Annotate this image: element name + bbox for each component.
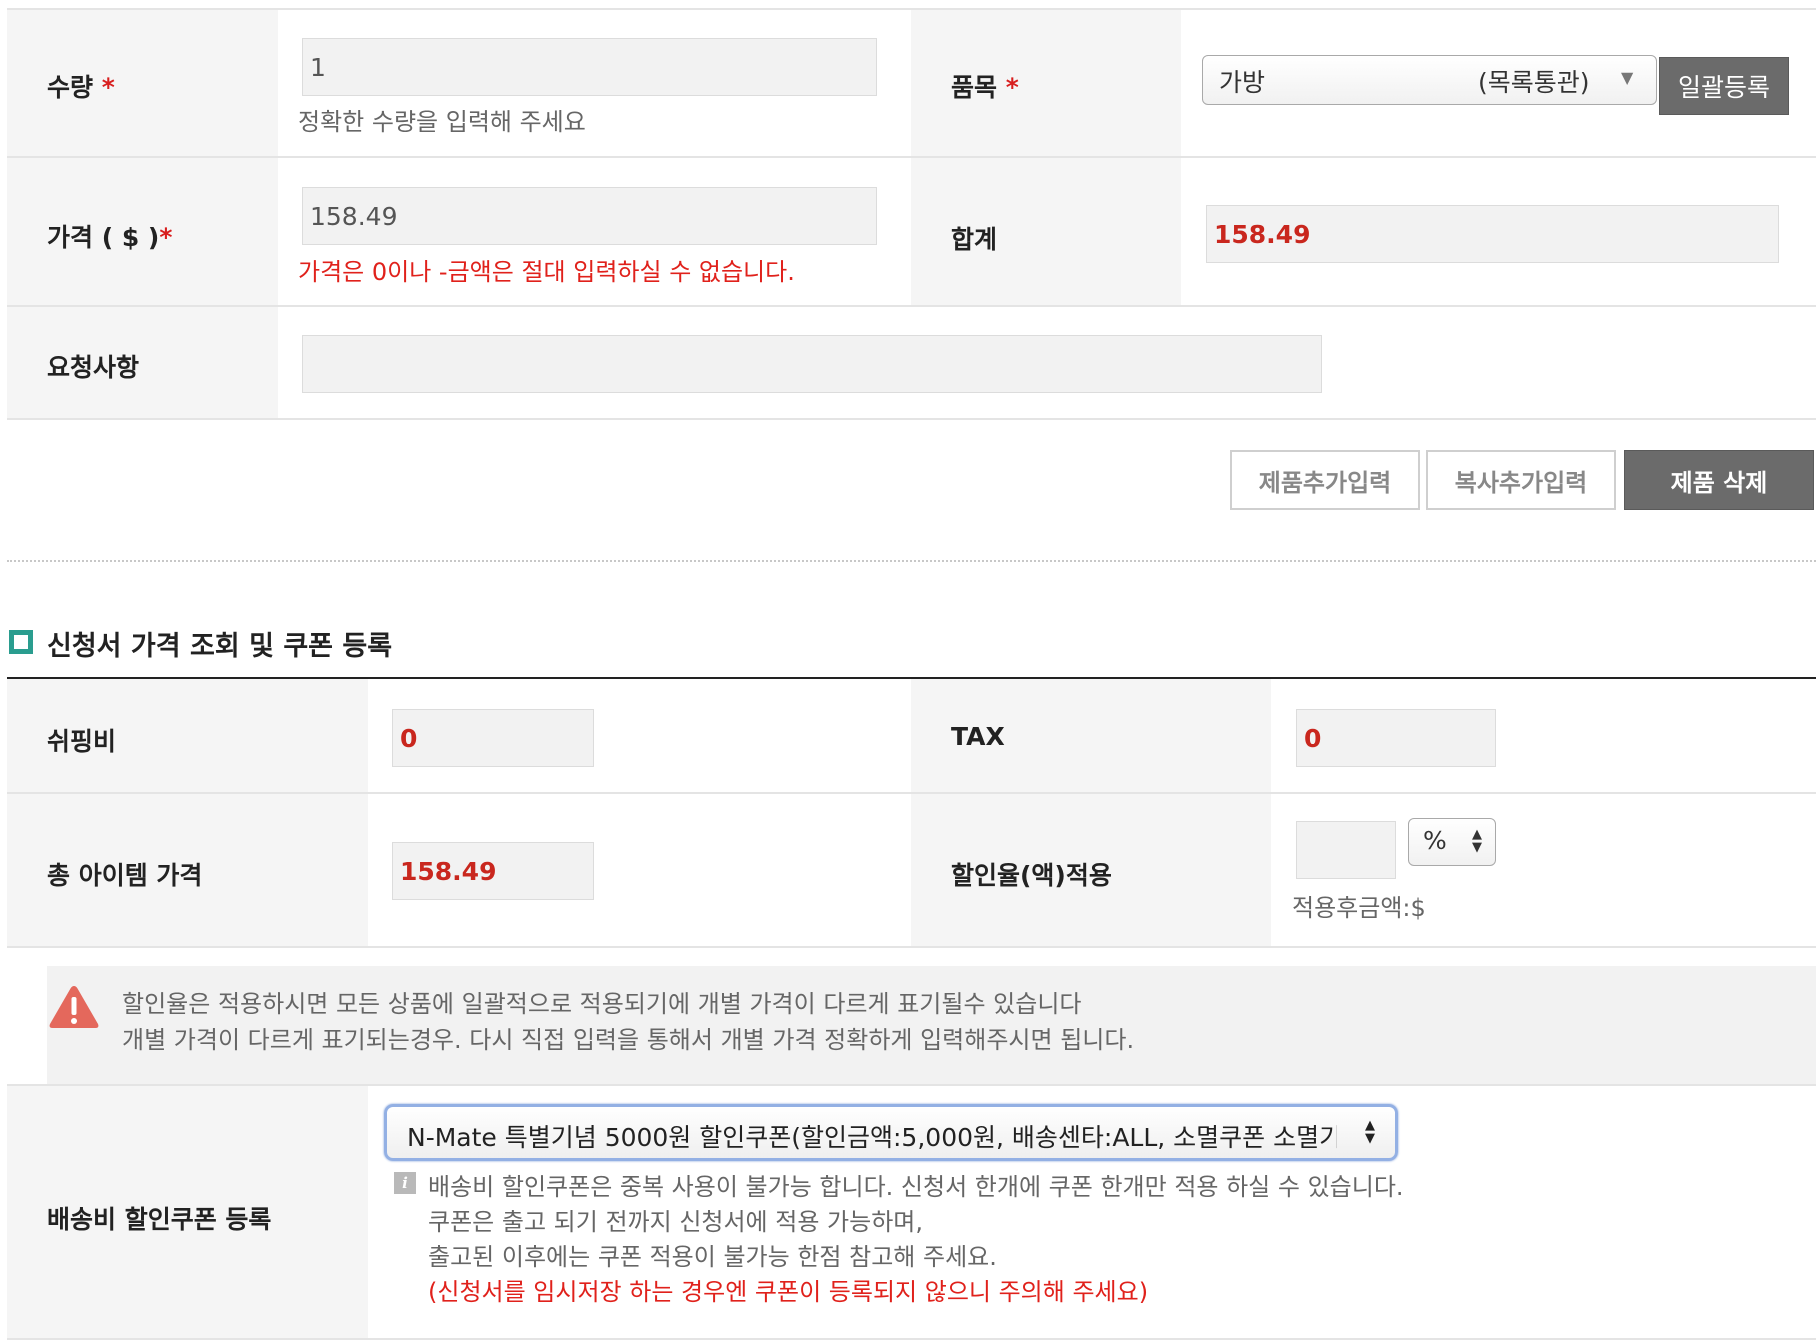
section-title: 신청서 가격 조회 및 쿠폰 등록 [47,631,393,662]
section-divider [7,560,1816,562]
chevron-down-icon: ▼ [1621,68,1634,87]
coupon-label: 배송비 할인쿠폰 등록 [47,1205,272,1234]
category-select[interactable]: 가방 (목록통관) ▼ [1202,55,1657,105]
shipping-value: 0 [392,709,594,767]
request-input[interactable] [302,335,1322,393]
bulk-register-button[interactable]: 일괄등록 [1659,57,1789,115]
coupon-select[interactable]: N-Mate 특별기념 5000원 할인쿠폰(할인금액:5,000원, 배송센타… [384,1104,1398,1161]
coupon-info-line-2: 쿠폰은 출고 되기 전까지 신청서에 적용 가능하며, [428,1208,924,1236]
category-label: 품목 * [951,73,1019,102]
total-value: 158.49 [1206,205,1779,263]
price-input[interactable]: 158.49 [302,187,877,245]
category-selected-value: 가방 [1219,68,1266,97]
row-divider [7,418,1816,420]
quantity-input[interactable]: 1 [302,38,877,96]
category-selected-note: (목록통관) [1478,68,1590,97]
coupon-selected-value: N-Mate 특별기념 5000원 할인쿠폰(할인금액:5,000원, 배송센타… [407,1123,1337,1152]
quantity-label: 수량 * [47,73,115,102]
tax-value: 0 [1296,709,1496,767]
price-error-message: 가격은 0이나 -금액은 절대 입력하실 수 없습니다. [298,258,795,286]
warning-icon [47,983,101,1031]
discount-unit-select[interactable]: % ▲ ▼ [1408,818,1496,866]
discount-unit-value: % [1423,826,1447,855]
row-divider [7,305,1816,307]
notice-line-2: 개별 가격이 다르게 표기되는경우. 다시 직접 입력을 통해서 개별 가격 정… [122,1026,1135,1054]
price-label: 가격 ( $ )* [47,223,173,252]
notice-line-1: 할인율은 적용하시면 모든 상품에 일괄적으로 적용되기에 개별 가격이 다르게… [122,990,1082,1018]
after-discount-amount: 적용후금액:$ [1292,894,1426,922]
discount-label: 할인율(액)적용 [951,861,1112,890]
tax-label: TAX [951,722,1005,751]
updown-arrows-icon: ▲ ▼ [1472,827,1482,855]
coupon-info-line-3: 출고된 이후에는 쿠폰 적용이 불가능 한점 참고해 주세요. [428,1243,997,1271]
total-items-value: 158.49 [392,842,594,900]
shipping-label: 쉬핑비 [47,727,117,756]
add-product-button[interactable]: 제품추가입력 [1230,450,1420,510]
discount-input[interactable] [1296,821,1396,879]
delete-product-button[interactable]: 제품 삭제 [1624,450,1814,510]
request-label: 요청사항 [47,353,140,382]
copy-add-button[interactable]: 복사추가입력 [1426,450,1616,510]
coupon-warning: (신청서를 임시저장 하는 경우엔 쿠폰이 등록되지 않으니 주의해 주세요) [428,1278,1149,1306]
coupon-info-line-1: 배송비 할인쿠폰은 중복 사용이 불가능 합니다. 신청서 한개에 쿠폰 한개만… [428,1173,1404,1201]
info-icon: i [394,1172,416,1194]
total-items-label: 총 아이템 가격 [47,861,203,890]
row-divider [7,946,1816,948]
total-label: 합계 [951,225,998,254]
quantity-hint: 정확한 수량을 입력해 주세요 [298,108,586,136]
section-bullet-icon [9,630,33,654]
updown-arrows-icon: ▲ ▼ [1365,1118,1375,1146]
